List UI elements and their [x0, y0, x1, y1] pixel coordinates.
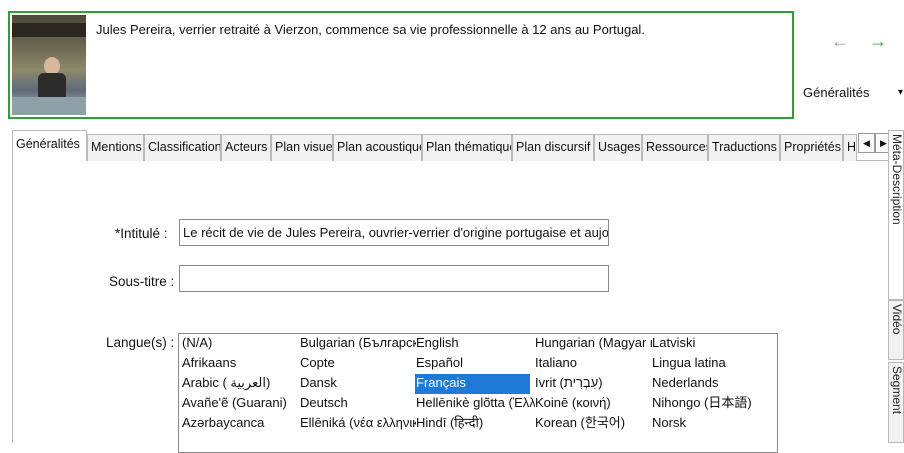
- tab-proprietes[interactable]: Propriétés: [780, 134, 843, 161]
- side-tab-strip: Méta-Description Vidéo Segment: [888, 128, 904, 443]
- tab-mentions[interactable]: Mentions: [87, 134, 144, 161]
- tab-scroll-left-icon[interactable]: ◀: [858, 133, 875, 153]
- tab-plan-thematique[interactable]: Plan thématique: [422, 134, 512, 161]
- tab-ressources[interactable]: Ressources: [642, 134, 708, 161]
- section-dropdown-value: Généralités: [803, 85, 870, 100]
- tab-video[interactable]: Vidéo: [888, 300, 904, 360]
- language-item[interactable]: English: [415, 334, 535, 354]
- back-arrow-icon[interactable]: ←: [831, 32, 849, 50]
- tab-segment-label: Segment: [890, 366, 904, 415]
- forward-arrow-icon[interactable]: →: [869, 32, 887, 50]
- tab-bar: Généralités Mentions Classification Acte…: [12, 128, 892, 162]
- language-item[interactable]: (N/A): [181, 334, 291, 354]
- language-item[interactable]: Ivrit (עִבְרִית): [534, 374, 652, 394]
- language-item[interactable]: Ellēniká (νέα ελληνικά): [299, 414, 416, 434]
- chevron-down-icon: ▾: [897, 87, 903, 98]
- language-item[interactable]: Korean (한국어): [534, 414, 652, 434]
- language-item[interactable]: Afrikaans: [181, 354, 291, 374]
- tab-traductions[interactable]: Traductions: [708, 134, 780, 161]
- langues-label: Langue(s) :: [106, 335, 175, 350]
- language-item[interactable]: Hindī (हिन्दी): [415, 414, 535, 434]
- soustitre-label: Sous-titre :: [109, 274, 175, 289]
- language-item[interactable]: Español: [415, 354, 535, 374]
- language-item[interactable]: Hungarian (Magyar nyelv): [534, 334, 652, 354]
- tab-generalites[interactable]: Généralités: [12, 130, 87, 162]
- tab-meta-description[interactable]: Méta-Description: [888, 130, 904, 300]
- language-item[interactable]: Lingua latina: [651, 354, 776, 374]
- language-item[interactable]: Hellēnikè glõtta (Ἑλληνική): [415, 394, 535, 414]
- tab-plan-visuel[interactable]: Plan visuel: [271, 134, 333, 161]
- intitule-field[interactable]: Le récit de vie de Jules Pereira, ouvrie…: [179, 219, 609, 246]
- language-item[interactable]: Nederlands: [651, 374, 776, 394]
- language-item[interactable]: Nihongo (日本語): [651, 394, 776, 414]
- tab-classification[interactable]: Classification: [144, 134, 221, 161]
- languages-listbox[interactable]: (N/A) Afrikaans Arabic ( العربية) Avañe'…: [178, 333, 778, 453]
- language-item[interactable]: Copte: [299, 354, 416, 374]
- language-item[interactable]: Avañe'ẽ (Guarani): [181, 394, 291, 414]
- language-item[interactable]: Deutsch: [299, 394, 416, 414]
- tab-plan-discursif[interactable]: Plan discursif: [512, 134, 594, 161]
- video-thumbnail[interactable]: [12, 15, 86, 115]
- language-item[interactable]: Azərbaycanca: [181, 414, 291, 434]
- header-panel: Jules Pereira, verrier retraité à Vierzo…: [8, 11, 794, 119]
- tab-plan-acoustique[interactable]: Plan acoustique: [333, 134, 422, 161]
- tab-usages[interactable]: Usages: [594, 134, 642, 161]
- metadata-tabs: Généralités Mentions Classification Acte…: [12, 128, 892, 453]
- language-item[interactable]: Dansk: [299, 374, 416, 394]
- language-item[interactable]: Norsk: [651, 414, 776, 434]
- tab-video-label: Vidéo: [890, 304, 904, 335]
- summary-text: Jules Pereira, verrier retraité à Vierzo…: [96, 22, 645, 37]
- language-item[interactable]: Latviski: [651, 334, 776, 354]
- tab-segment[interactable]: Segment: [888, 362, 904, 443]
- section-dropdown[interactable]: Généralités ▾: [803, 82, 904, 104]
- tab-acteurs[interactable]: Acteurs: [221, 134, 271, 161]
- language-item[interactable]: Bulgarian (Български): [299, 334, 416, 354]
- language-item[interactable]: Arabic ( العربية): [181, 374, 291, 394]
- tab-h[interactable]: H: [843, 134, 857, 161]
- language-item[interactable]: Koinē (κοινή): [534, 394, 652, 414]
- language-item[interactable]: Italiano: [534, 354, 652, 374]
- tab-meta-description-label: Méta-Description: [890, 134, 904, 225]
- soustitre-field[interactable]: [179, 265, 609, 292]
- intitule-label: *Intitulé :: [115, 226, 168, 241]
- language-item-selected[interactable]: Français: [415, 374, 530, 394]
